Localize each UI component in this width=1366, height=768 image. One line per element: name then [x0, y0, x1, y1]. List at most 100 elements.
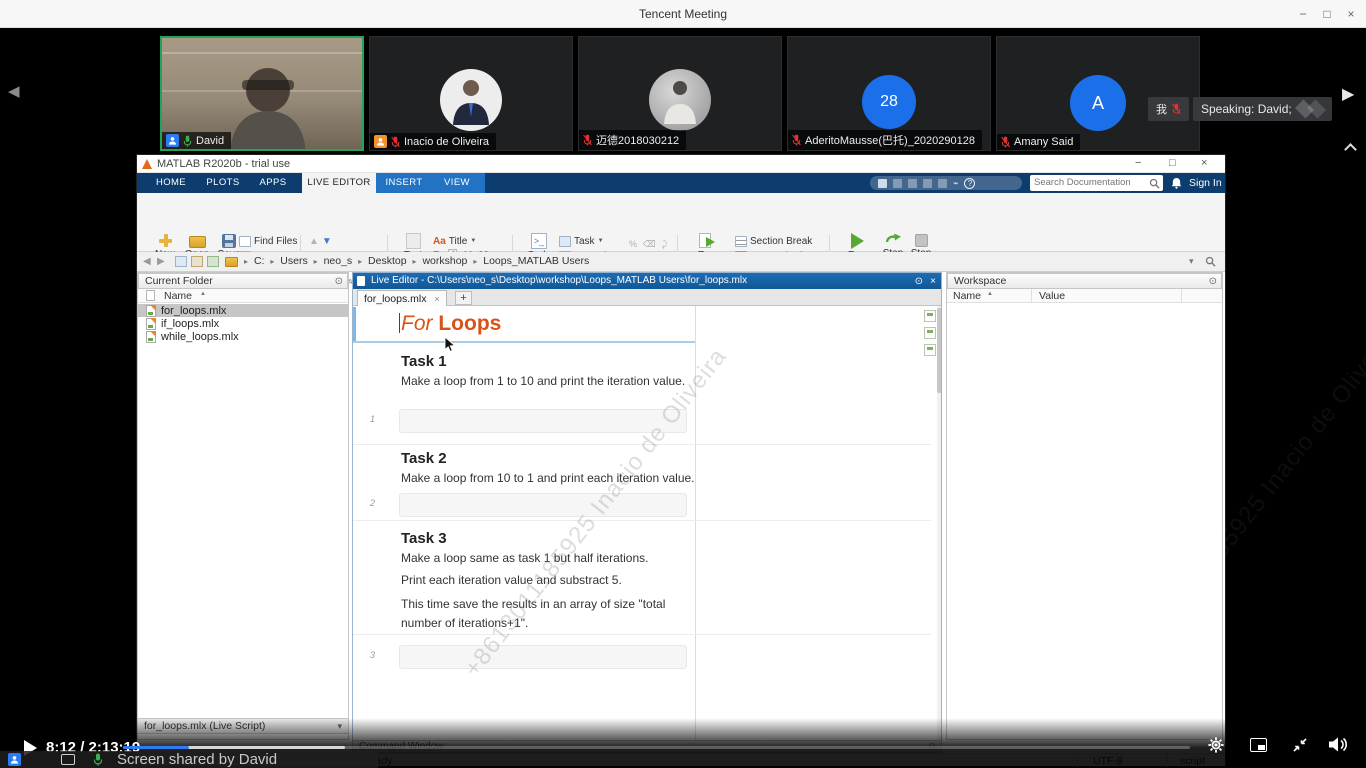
link-icon[interactable]: ⌁ [953, 178, 958, 189]
tab-live-editor[interactable]: LIVE EDITOR [302, 173, 376, 193]
panel-menu-icon[interactable]: ⊙ [1209, 275, 1217, 289]
tab-view[interactable]: VIEW [432, 173, 482, 193]
output-inline-icon[interactable] [924, 327, 936, 339]
breadcrumb-segment[interactable]: C: [254, 255, 265, 267]
video-tile-amany[interactable]: A Amany Said [996, 36, 1200, 151]
save-disk-icon [222, 234, 236, 248]
tab-apps[interactable]: APPS [249, 173, 297, 193]
title-style-button[interactable]: Aa Title ▼ [433, 235, 476, 247]
breadcrumb-segment[interactable]: Desktop [368, 255, 407, 267]
doc-search-box[interactable] [1030, 175, 1163, 191]
address-search-icon[interactable] [1205, 256, 1216, 267]
video-tile-david[interactable]: David [160, 36, 364, 151]
editor-scrollbar[interactable] [937, 306, 941, 740]
run-section-icon [699, 233, 715, 249]
address-dropdown-icon[interactable]: ▾ [1189, 256, 1194, 267]
section-break-button[interactable]: Section Break [735, 235, 812, 247]
tab-plots[interactable]: PLOTS [197, 173, 249, 193]
breadcrumb-segment[interactable]: workshop [422, 255, 467, 267]
document-icon [357, 276, 365, 286]
file-row[interactable]: if_loops.mlx [138, 317, 348, 330]
tab-home[interactable]: HOME [145, 173, 197, 193]
scrollbar-thumb[interactable] [937, 308, 941, 393]
address-bar: ◀ ▶ ▸ C: ▸ Users ▸ neo_s ▸ Desktop ▸ wor… [137, 252, 1225, 272]
new-folder-icon[interactable] [191, 256, 203, 267]
search-icon[interactable] [1149, 178, 1160, 189]
step-icon [885, 233, 901, 247]
browse-folder-icon[interactable] [175, 256, 187, 267]
tab-close-icon[interactable]: × [434, 294, 439, 304]
matlab-minimize-button[interactable]: − [1135, 157, 1141, 169]
code-placeholder-2[interactable] [399, 493, 687, 517]
up-folder-icon[interactable] [207, 256, 219, 267]
back-icon[interactable]: ◀ [143, 256, 151, 267]
panel-menu-icon[interactable]: ⊙ [915, 274, 923, 289]
exit-fullscreen-icon[interactable] [1292, 737, 1308, 753]
video-tile-inacio[interactable]: Inacio de Oliveira [369, 36, 573, 151]
wrap-icon[interactable]: ⤸ [662, 239, 667, 250]
strip-collapse-icon[interactable] [1344, 143, 1357, 156]
breadcrumb-segment[interactable]: Users [280, 255, 307, 267]
meeting-titlebar: Tencent Meeting − □ × [0, 0, 1366, 28]
code-placeholder-3[interactable] [399, 645, 687, 669]
task2-body: Make a loop from 10 to 1 and print each … [401, 471, 695, 485]
strip-scroll-left-icon[interactable]: ◀ [8, 82, 20, 100]
editor-tab-for-loops[interactable]: for_loops.mlx × [357, 290, 447, 306]
participant-label: AderitoMausse(巴托)_2020290128 [788, 130, 982, 150]
down-arrow-icon[interactable]: ▼ [322, 236, 332, 247]
quick-access-toolbar: ⌁ ? [870, 176, 1022, 190]
code-placeholder-1[interactable] [399, 409, 687, 433]
copy-icon[interactable] [908, 179, 917, 188]
matlab-window: MATLAB R2020b - trial use − □ × HOME PLO… [137, 155, 1225, 766]
new-tab-button[interactable]: + [455, 291, 472, 305]
column-divider[interactable] [1031, 289, 1032, 303]
cut-icon[interactable] [893, 179, 902, 188]
volume-icon[interactable] [1328, 736, 1350, 753]
comment-icon[interactable]: % [629, 239, 637, 249]
folder-column-header[interactable]: Name ▲ [138, 289, 348, 303]
minimize-button[interactable]: − [1292, 6, 1314, 22]
output-right-icon[interactable] [924, 344, 936, 356]
file-row[interactable]: while_loops.mlx [138, 330, 348, 343]
find-files-button[interactable]: Find Files [239, 235, 297, 247]
notifications-bell-icon[interactable] [1171, 177, 1182, 189]
task3-line1: Make a loop same as task 1 but half iter… [401, 551, 648, 565]
progress-fill [123, 746, 189, 749]
column-divider[interactable] [1181, 289, 1182, 303]
breadcrumb-segment[interactable]: Loops_MATLAB Users [483, 255, 589, 267]
up-arrow-icon[interactable]: ▲ [309, 236, 319, 247]
breadcrumb-segment[interactable]: neo_s [324, 255, 353, 267]
doc-search-input[interactable] [1034, 176, 1144, 189]
settings-gear-icon[interactable] [1207, 736, 1225, 754]
matlab-maximize-button[interactable]: □ [1169, 157, 1176, 169]
strip-scroll-right-icon[interactable]: ▶ [1342, 84, 1354, 104]
video-tile-aderito[interactable]: 28 AderitoMausse(巴托)_2020290128 [787, 36, 991, 151]
undo-icon[interactable] [923, 179, 932, 188]
matlab-close-button[interactable]: × [1201, 157, 1207, 169]
file-row-selected[interactable]: for_loops.mlx [138, 304, 348, 317]
task-button[interactable]: Task ▼ [559, 235, 604, 247]
uncomment-icon[interactable]: ⌫ [643, 239, 656, 250]
live-editor-titlebar[interactable]: Live Editor - C:\Users\neo_s\Desktop\wor… [353, 273, 941, 289]
close-button[interactable]: × [1340, 6, 1362, 22]
forward-icon[interactable]: ▶ [157, 256, 165, 267]
panel-menu-icon[interactable]: ⊙ [335, 275, 343, 289]
bookshelf-line [162, 52, 362, 54]
save-icon[interactable] [878, 179, 887, 188]
tab-insert[interactable]: INSERT [376, 173, 432, 193]
sign-in-button[interactable]: Sign In [1189, 177, 1222, 189]
section-break-line [353, 634, 931, 635]
navigate-arrows[interactable]: ▲ ▼ [309, 235, 332, 247]
redo-icon[interactable] [938, 179, 947, 188]
participant-name: David [196, 135, 224, 147]
mic-muted-icon [792, 134, 801, 146]
video-tile-3[interactable]: 迈德2018030212 [578, 36, 782, 151]
toc-icon[interactable] [924, 310, 936, 322]
meeting-window-title: Tencent Meeting [0, 7, 1366, 21]
panel-close-icon[interactable]: × [930, 274, 936, 289]
editor-document[interactable]: For Loops Task 1 Make a loop from 1 to 1… [353, 306, 941, 740]
picture-in-picture-icon[interactable] [1250, 738, 1267, 752]
maximize-button[interactable]: □ [1316, 6, 1338, 22]
workspace-column-header[interactable]: Name ▲ Value [947, 289, 1222, 303]
help-icon[interactable]: ? [964, 178, 975, 189]
